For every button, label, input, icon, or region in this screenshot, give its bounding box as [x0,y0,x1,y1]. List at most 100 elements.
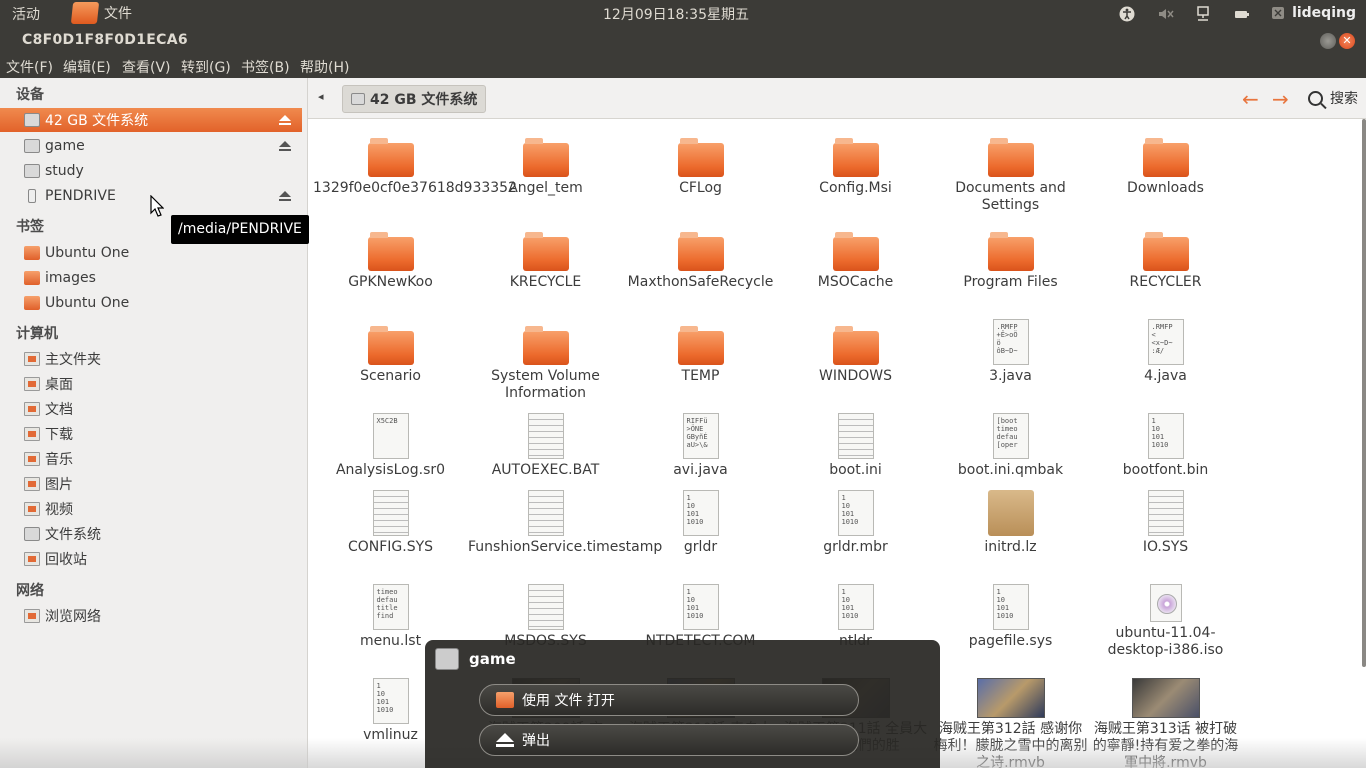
sidebar-item-ubuntu-one-2[interactable]: Ubuntu One [0,291,302,315]
folder-item[interactable]: Documents and Settings [933,119,1088,214]
sidebar-item-label: 42 GB 文件系统 [45,113,149,129]
file-name: Angel_tem [508,180,583,196]
sidebar-heading-network: 网络 [16,583,44,599]
text-file-icon: RIFFü >ÖNE GByñÉ aU>\& [682,413,719,459]
forward-arrow-icon[interactable]: → [1272,87,1289,111]
folder-item[interactable]: GPKNewKoo [313,213,468,291]
folder-item[interactable]: RECYCLER [1088,213,1243,291]
sidebar-item-videos[interactable]: 视频 [0,497,302,521]
files-app-icon [496,692,514,708]
folder-icon [24,246,40,260]
file-item[interactable]: IO.SYS [1088,478,1243,556]
eject-button[interactable]: 弹出 [479,724,859,756]
eject-icon[interactable] [278,139,292,153]
folder-item[interactable]: Config.Msi [778,119,933,197]
file-item[interactable]: MSDOS.SYS [468,572,623,650]
eject-icon[interactable] [278,189,292,203]
sidebar-item-label: study [45,163,84,179]
folder-item[interactable]: MaxthonSafeRecycle [623,213,778,291]
folder-item[interactable]: WINDOWS [778,307,933,385]
sidebar-item-ubuntu-one[interactable]: Ubuntu One [0,241,302,265]
sidebar-item-home[interactable]: 主文件夹 [0,347,302,371]
sidebar-item-browse-network[interactable]: 浏览网络 [0,604,302,628]
accessibility-icon[interactable] [1119,6,1135,21]
search-button[interactable]: 搜索 [1308,88,1358,108]
eject-icon[interactable] [278,113,292,127]
folder-item[interactable]: Program Files [933,213,1088,291]
menu-bar: 文件(F) 编辑(E) 查看(V) 转到(G) 书签(B) 帮助(H) [0,55,1366,78]
menu-file[interactable]: 文件(F) [6,57,53,77]
activities-button[interactable]: 活动 [12,4,40,24]
scrollbar[interactable] [1362,119,1366,667]
menu-help[interactable]: 帮助(H) [300,57,349,77]
network-icon[interactable] [1195,5,1211,21]
volume-muted-icon[interactable] [1157,6,1174,20]
videos-icon [24,502,40,516]
app-menu[interactable]: 文件 [70,0,132,25]
desktop-icon [24,377,40,391]
sidebar-item-pictures[interactable]: 图片 [0,472,302,496]
sidebar-item-music[interactable]: 音乐 [0,447,302,471]
sidebar-item-study[interactable]: study [0,159,302,183]
file-item[interactable]: [boot timeo defau [oper boot.ini.qmbak [933,401,1088,479]
drive-icon [24,164,40,178]
file-item[interactable]: RIFFü >ÖNE GByñÉ aU>\& avi.java [623,401,778,479]
folder-item[interactable]: KRECYCLE [468,213,623,291]
sidebar-item-trash[interactable]: 回收站 [0,547,302,571]
menu-bookmarks[interactable]: 书签(B) [241,57,290,77]
breadcrumb[interactable]: 42 GB 文件系统 [342,85,487,113]
sidebar-item-filesystem[interactable]: 文件系统 [0,522,302,546]
file-item[interactable]: 1 10 101 1010 grldr [623,478,778,556]
file-name: Config.Msi [819,180,892,196]
folder-item[interactable]: CFLog [623,119,778,197]
folder-item[interactable]: MSOCache [778,213,933,291]
sidebar-item-images[interactable]: images [0,266,302,290]
folder-item[interactable]: Downloads [1088,119,1243,197]
window-titlebar[interactable]: C8F0D1F8F0D1ECA6 ✕ [0,25,1366,55]
file-item[interactable]: .RMFP +Ê>oÖ ö ôB~D~ 3.java [933,307,1088,385]
file-item[interactable]: 1 10 101 1010NTDETECT.COM [623,572,778,650]
menu-go[interactable]: 转到(G) [181,57,231,77]
menu-edit[interactable]: 编辑(E) [63,57,111,77]
folder-item[interactable]: System Volume Information [468,307,623,402]
top-panel: 活动 文件 12月09日18:35星期五 lideqing [0,0,1366,25]
file-item[interactable]: boot.ini [778,401,933,479]
open-with-files-button[interactable]: 使用 文件 打开 [479,684,859,716]
file-item[interactable]: .RMFP < <x~D~ :Æ/4.java [1088,307,1243,385]
sidebar-item-game[interactable]: game [0,134,302,158]
folder-item[interactable]: 1329f0e0cf0e37618d933352 [313,119,517,197]
sidebar-item-42gb-filesystem[interactable]: 42 GB 文件系统 [0,108,302,132]
text-file-icon: 1 10 101 1010 [682,490,719,536]
battery-icon[interactable] [1233,6,1250,20]
file-name: bootfont.bin [1122,462,1209,478]
menu-view[interactable]: 查看(V) [122,57,171,77]
file-item[interactable]: X5C2B AnalysisLog.sr0 [313,401,468,479]
file-item[interactable]: 1 10 101 1010ntldr [778,572,933,650]
minimize-button[interactable] [1320,33,1336,49]
file-name: avi.java [673,462,728,478]
file-item[interactable]: 1 10 101 1010 pagefile.sys [933,572,1088,650]
file-item[interactable]: FunshionService.timestamp [468,478,662,556]
clock[interactable]: 12月09日18:35星期五 [603,4,749,24]
sidebar-heading-bookmarks: 书签 [16,219,44,235]
folder-item[interactable]: Scenario [313,307,468,385]
folder-icon [24,296,40,310]
file-item[interactable]: 1 10 101 1010 grldr.mbr [778,478,933,556]
path-scroll-left-icon[interactable]: ◂ [318,90,324,103]
user-menu[interactable]: lideqing [1271,5,1356,21]
file-item[interactable]: 1 10 101 1010 bootfont.bin [1088,401,1243,479]
folder-item[interactable]: Angel_tem [468,119,623,197]
sidebar-item-documents[interactable]: 文档 [0,397,302,421]
file-item[interactable]: AUTOEXEC.BAT [468,401,623,479]
sidebar: 设备 42 GB 文件系统 game study PENDRIVE 书签 Ubu… [0,78,308,768]
file-item[interactable]: initrd.lz [933,478,1088,556]
close-button[interactable]: ✕ [1339,33,1355,49]
back-arrow-icon[interactable]: ← [1242,87,1259,111]
folder-item[interactable]: TEMP [623,307,778,385]
file-item[interactable]: timeo defau title find menu.lst [313,572,468,650]
file-item[interactable]: CONFIG.SYS [313,478,468,556]
sidebar-item-label: 桌面 [45,377,73,393]
sidebar-item-downloads[interactable]: 下载 [0,422,302,446]
sidebar-item-desktop[interactable]: 桌面 [0,372,302,396]
file-item[interactable]: ubuntu-11.04-desktop-i386.iso [1088,572,1243,659]
